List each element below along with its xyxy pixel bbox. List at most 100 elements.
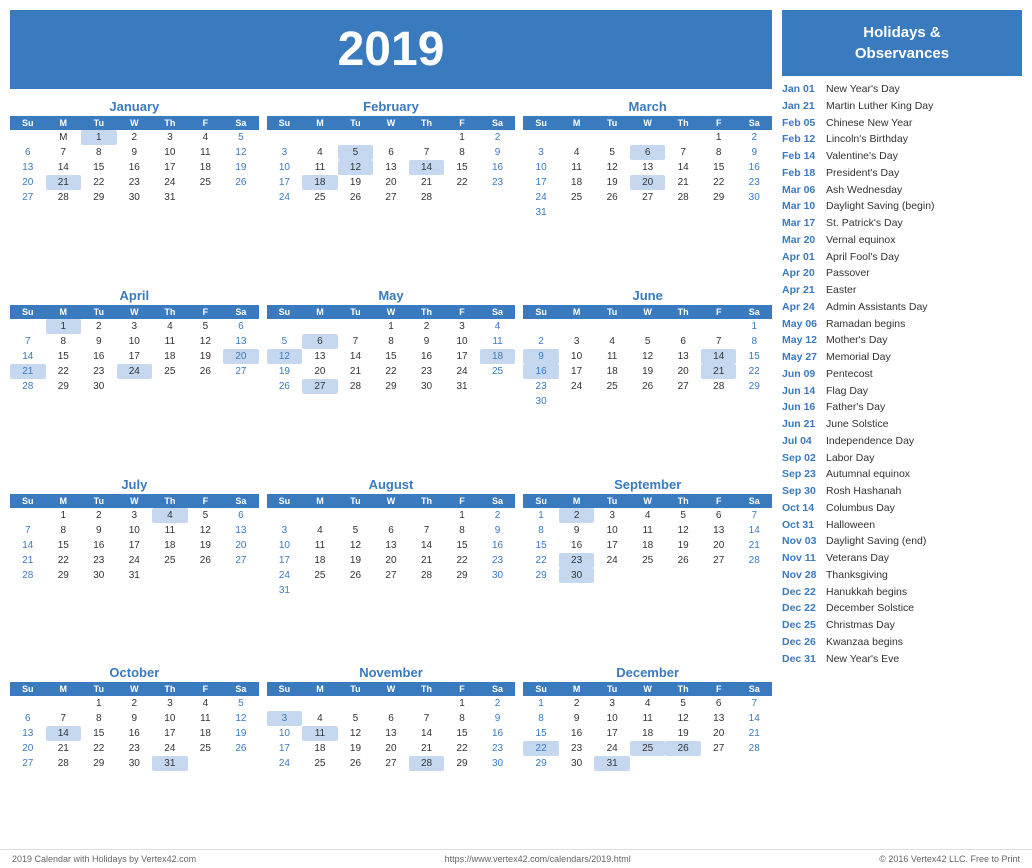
main-content: 2019 January Su M Tu W Th F Sa bbox=[0, 0, 1032, 845]
holiday-date: Feb 14 bbox=[782, 149, 820, 165]
day-jul4: 4 bbox=[152, 508, 188, 523]
month-grid-january: Su M Tu W Th F Sa M 1 2 3 bbox=[10, 116, 259, 205]
holiday-name: Passover bbox=[826, 266, 870, 282]
day-dec25: 25 bbox=[630, 741, 666, 756]
day-apr21: 21 bbox=[10, 364, 46, 379]
day-cell: 6 bbox=[10, 145, 46, 160]
day-cell: 15 bbox=[81, 160, 117, 175]
day-cell: 2 bbox=[117, 130, 153, 145]
day-feb5: 5 bbox=[338, 145, 374, 160]
holiday-date: Dec 22 bbox=[782, 585, 820, 601]
holiday-name: June Solstice bbox=[826, 417, 888, 433]
month-september: September Su M Tu W Th F Sa 1 2 3 bbox=[523, 477, 772, 658]
holiday-name: Martin Luther King Day bbox=[826, 99, 933, 115]
holiday-name: Vernal equinox bbox=[826, 233, 895, 249]
holiday-name: Daylight Saving (begin) bbox=[826, 199, 935, 215]
holiday-item: Dec 22Hanukkah begins bbox=[782, 585, 1022, 601]
day-cell: 28 bbox=[46, 190, 82, 205]
days-grid: M 1 2 3 4 5 6 7 8 9 10 11 12 bbox=[10, 130, 259, 205]
holiday-date: Mar 20 bbox=[782, 233, 820, 249]
day-sep2: 2 bbox=[559, 508, 595, 523]
holiday-item: May 12Mother's Day bbox=[782, 333, 1022, 349]
holiday-item: Oct 14Columbus Day bbox=[782, 501, 1022, 517]
day-cell: 16 bbox=[117, 160, 153, 175]
dow-su: Su bbox=[10, 116, 46, 130]
holiday-item: Feb 12Lincoln's Birthday bbox=[782, 132, 1022, 148]
days-grid: 1 2 3 4 5 6 7 8 9 10 11 12 13 14 bbox=[523, 319, 772, 409]
day-cell: 20 bbox=[10, 175, 46, 190]
holiday-item: Sep 02 Labor Day bbox=[782, 451, 1022, 467]
holiday-item: Nov 11 Veterans Day bbox=[782, 551, 1022, 567]
holiday-date: Jul 04 bbox=[782, 434, 820, 450]
dow-row: Su M Tu W Th F Sa bbox=[10, 116, 259, 130]
day-cell bbox=[188, 190, 224, 205]
month-grid-september: Su M Tu W Th F Sa 1 2 3 4 5 6 bbox=[523, 494, 772, 587]
holidays-panel: Holidays &Observances Jan 01New Year's D… bbox=[782, 10, 1022, 835]
holiday-date: Nov 11 bbox=[782, 551, 820, 567]
day-apr24: 24 bbox=[117, 364, 153, 379]
day-nov3: 3 bbox=[267, 711, 303, 726]
holiday-item: May 06Ramadan begins bbox=[782, 317, 1022, 333]
holiday-item: Apr 24Admin Assistants Day bbox=[782, 300, 1022, 316]
holiday-item: May 27Memorial Day bbox=[782, 350, 1022, 366]
month-may: May Su M Tu W Th F Sa 1 bbox=[267, 288, 516, 469]
month-grid-may: Su M Tu W Th F Sa 1 2 3 bbox=[267, 305, 516, 398]
month-grid-august: Su M Tu W Th F Sa 1 bbox=[267, 494, 516, 598]
day-cell: 29 bbox=[81, 190, 117, 205]
month-name-december: December bbox=[523, 665, 772, 680]
holiday-name: Flag Day bbox=[826, 384, 868, 400]
holiday-item: Apr 01April Fool's Day bbox=[782, 250, 1022, 266]
holiday-name: New Year's Eve bbox=[826, 652, 899, 668]
day-dec31: 31 bbox=[594, 756, 630, 771]
holiday-name: Labor Day bbox=[826, 451, 874, 467]
holiday-date: Oct 31 bbox=[782, 518, 820, 534]
month-name-july: July bbox=[10, 477, 259, 492]
holiday-item: Jun 14Flag Day bbox=[782, 384, 1022, 400]
holiday-item: Dec 22December Solstice bbox=[782, 601, 1022, 617]
holiday-item: Feb 05Chinese New Year bbox=[782, 116, 1022, 132]
day-cell: 23 bbox=[117, 175, 153, 190]
holiday-name: Veterans Day bbox=[826, 551, 889, 567]
dow-w: W bbox=[117, 116, 153, 130]
day-cell: 26 bbox=[223, 175, 259, 190]
holiday-name: Valentine's Day bbox=[826, 149, 898, 165]
dow-row: Su M Tu W Th F Sa bbox=[267, 494, 516, 508]
day-jun16: 16 bbox=[523, 364, 559, 379]
day-feb14: 14 bbox=[409, 160, 445, 175]
holiday-item: Jan 21Martin Luther King Day bbox=[782, 99, 1022, 115]
day-cell: 27 bbox=[10, 190, 46, 205]
month-november: November Su M Tu W Th F Sa bbox=[267, 665, 516, 835]
holiday-date: Jan 01 bbox=[782, 82, 820, 98]
month-name-november: November bbox=[267, 665, 516, 680]
day-dec22: 22 bbox=[523, 741, 559, 756]
holiday-date: Nov 28 bbox=[782, 568, 820, 584]
footer: 2019 Calendar with Holidays by Vertex42.… bbox=[0, 849, 1032, 868]
holiday-date: Sep 02 bbox=[782, 451, 820, 467]
dow-row: Su M Tu W Th F Sa bbox=[267, 682, 516, 696]
days-grid: 1 2 3 4 5 6 7 8 9 10 11 12 13 14 bbox=[10, 319, 259, 398]
day-cell: 7 bbox=[46, 145, 82, 160]
month-december: December Su M Tu W Th F Sa 1 2 3 bbox=[523, 665, 772, 835]
holiday-item: Feb 18President's Day bbox=[782, 166, 1022, 182]
day-cell: 24 bbox=[152, 175, 188, 190]
holiday-item: Jun 16Father's Day bbox=[782, 400, 1022, 416]
month-june: June Su M Tu W Th F Sa bbox=[523, 288, 772, 469]
holiday-date: Dec 25 bbox=[782, 618, 820, 634]
day-cell: 10 bbox=[152, 145, 188, 160]
day-cell: 18 bbox=[188, 160, 224, 175]
holiday-item: Mar 06Ash Wednesday bbox=[782, 183, 1022, 199]
day-cell-jan1: 1 bbox=[81, 130, 117, 145]
holiday-date: Nov 03 bbox=[782, 534, 820, 550]
day-cell: 22 bbox=[81, 175, 117, 190]
holiday-item: Dec 31New Year's Eve bbox=[782, 652, 1022, 668]
holiday-name: Lincoln's Birthday bbox=[826, 132, 908, 148]
dow-row: Su M Tu W Th F Sa bbox=[523, 305, 772, 319]
holiday-name: Columbus Day bbox=[826, 501, 895, 517]
holiday-name: St. Patrick's Day bbox=[826, 216, 903, 232]
day-cell: 31 bbox=[152, 190, 188, 205]
holiday-name: Chinese New Year bbox=[826, 116, 912, 132]
day-apr1: 1 bbox=[46, 319, 82, 334]
day-jun14: 14 bbox=[701, 349, 737, 364]
holiday-date: Mar 10 bbox=[782, 199, 820, 215]
holiday-item: Nov 28Thanksgiving bbox=[782, 568, 1022, 584]
